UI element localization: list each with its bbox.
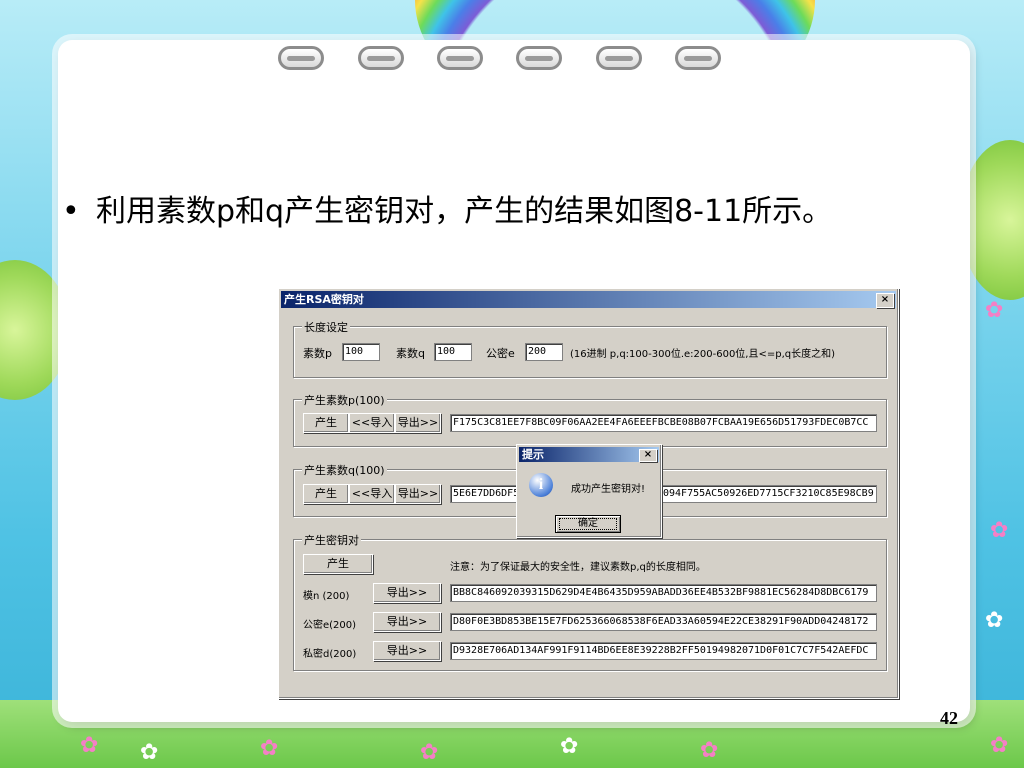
close-icon[interactable]: × bbox=[876, 293, 894, 308]
flower-decoration: ✿ bbox=[560, 734, 579, 759]
bullet-text: 利用素数p和q产生密钥对，产生的结果如图8-11所示。 bbox=[96, 194, 833, 229]
prime-p-label: 素数p bbox=[303, 347, 332, 360]
import-p-button[interactable]: <<导入 bbox=[349, 413, 395, 433]
flower-decoration: ✿ bbox=[140, 740, 159, 765]
import-q-button[interactable]: <<导入 bbox=[349, 484, 395, 504]
info-icon: i bbox=[529, 473, 553, 497]
flower-decoration: ✿ bbox=[700, 738, 719, 763]
success-message-box: 提示 × i 成功产生密钥对! 确定 bbox=[516, 444, 662, 538]
prime-p-value-field[interactable]: F175C3C81EE7F8BC09F06AA2EE4FA6EEEFBCBE08… bbox=[450, 414, 877, 432]
group-legend: 产生素数q(100) bbox=[302, 462, 387, 478]
modulus-n-field[interactable]: BB8C846092039315D629D4E4B6435D959ABADD36… bbox=[450, 584, 877, 602]
close-icon[interactable]: × bbox=[639, 449, 657, 462]
dialog-title: 产生RSA密钥对 bbox=[284, 293, 364, 306]
export-p-button[interactable]: 导出>> bbox=[395, 413, 441, 433]
group-legend: 产生素数p(100) bbox=[302, 392, 387, 408]
flower-decoration: ✿ bbox=[80, 733, 99, 758]
ok-button-label: 确定 bbox=[578, 518, 598, 529]
ok-button[interactable]: 确定 bbox=[555, 515, 621, 533]
private-key-d-field[interactable]: D9328E706AD134AF991F9114BD6EE8E39228B2FF… bbox=[450, 642, 877, 660]
length-settings-group: 长度设定 素数p 100 素数q 100 公密e 200 (16进制 p,q:1… bbox=[293, 319, 887, 378]
ring-icon bbox=[358, 46, 404, 70]
generate-p-button[interactable]: 产生 bbox=[303, 413, 349, 433]
security-note: 注意：为了保证最大的安全性，建议素数p,q的长度相同。 bbox=[450, 562, 706, 573]
page-number: 42 bbox=[940, 708, 958, 728]
prime-p-group: 产生素数p(100) 产生 <<导入 导出>> F175C3C81EE7F8BC… bbox=[293, 392, 887, 447]
prime-p-length-input[interactable]: 100 bbox=[342, 343, 380, 361]
modulus-n-label: 模n (200) bbox=[303, 591, 350, 602]
prime-q-length-input[interactable]: 100 bbox=[434, 343, 472, 361]
prime-q-label: 素数q bbox=[396, 347, 425, 360]
public-e-length-input[interactable]: 200 bbox=[525, 343, 563, 361]
flower-decoration: ✿ bbox=[985, 608, 1004, 633]
prime-q-value-field[interactable]: 5E6E7DD6DF5 094F755AC50926ED7715CF3210C8… bbox=[450, 485, 877, 503]
ring-icon bbox=[596, 46, 642, 70]
prime-q-value-right: 094F755AC50926ED7715CF3210C85E98CB9 bbox=[663, 488, 874, 499]
ring-icon bbox=[675, 46, 721, 70]
ring-icon bbox=[516, 46, 562, 70]
dialog-titlebar[interactable]: 产生RSA密钥对 × bbox=[281, 291, 896, 308]
flower-decoration: ✿ bbox=[260, 736, 279, 761]
public-e-label: 公密e bbox=[486, 347, 515, 360]
prime-q-value-left: 5E6E7DD6DF5 bbox=[453, 488, 520, 499]
export-q-button[interactable]: 导出>> bbox=[395, 484, 441, 504]
ring-icon bbox=[437, 46, 483, 70]
key-pair-group: 产生密钥对 产生 注意：为了保证最大的安全性，建议素数p,q的长度相同。 模n … bbox=[293, 532, 887, 671]
slide-bullet-text: • 利用素数p和q产生密钥对，产生的结果如图8-11所示。 bbox=[62, 186, 832, 230]
flower-decoration: ✿ bbox=[990, 733, 1009, 758]
private-key-d-label: 私密d(200) bbox=[303, 649, 357, 660]
ring-icon bbox=[278, 46, 324, 70]
msgbox-text: 成功产生密钥对! bbox=[571, 484, 646, 495]
group-legend: 产生密钥对 bbox=[302, 532, 361, 548]
export-n-button[interactable]: 导出>> bbox=[373, 583, 441, 603]
export-e-button[interactable]: 导出>> bbox=[373, 612, 441, 632]
msgbox-titlebar[interactable]: 提示 × bbox=[519, 447, 659, 462]
flower-decoration: ✿ bbox=[420, 740, 439, 765]
generate-q-button[interactable]: 产生 bbox=[303, 484, 349, 504]
length-hint: (16进制 p,q:100-300位.e:200-600位,且<=p,q长度之和… bbox=[570, 349, 836, 360]
msgbox-title: 提示 bbox=[522, 448, 544, 461]
flower-decoration: ✿ bbox=[985, 298, 1004, 323]
public-key-e-field[interactable]: D80F0E3BD853BE15E7FD625366068538F6EAD33A… bbox=[450, 613, 877, 631]
export-d-button[interactable]: 导出>> bbox=[373, 641, 441, 661]
bullet-icon: • bbox=[62, 194, 80, 229]
generate-keypair-button[interactable]: 产生 bbox=[303, 554, 373, 574]
flower-decoration: ✿ bbox=[990, 518, 1009, 543]
notebook-rings bbox=[0, 46, 1024, 76]
group-legend: 长度设定 bbox=[302, 319, 350, 335]
public-key-e-label: 公密e(200) bbox=[303, 620, 357, 631]
